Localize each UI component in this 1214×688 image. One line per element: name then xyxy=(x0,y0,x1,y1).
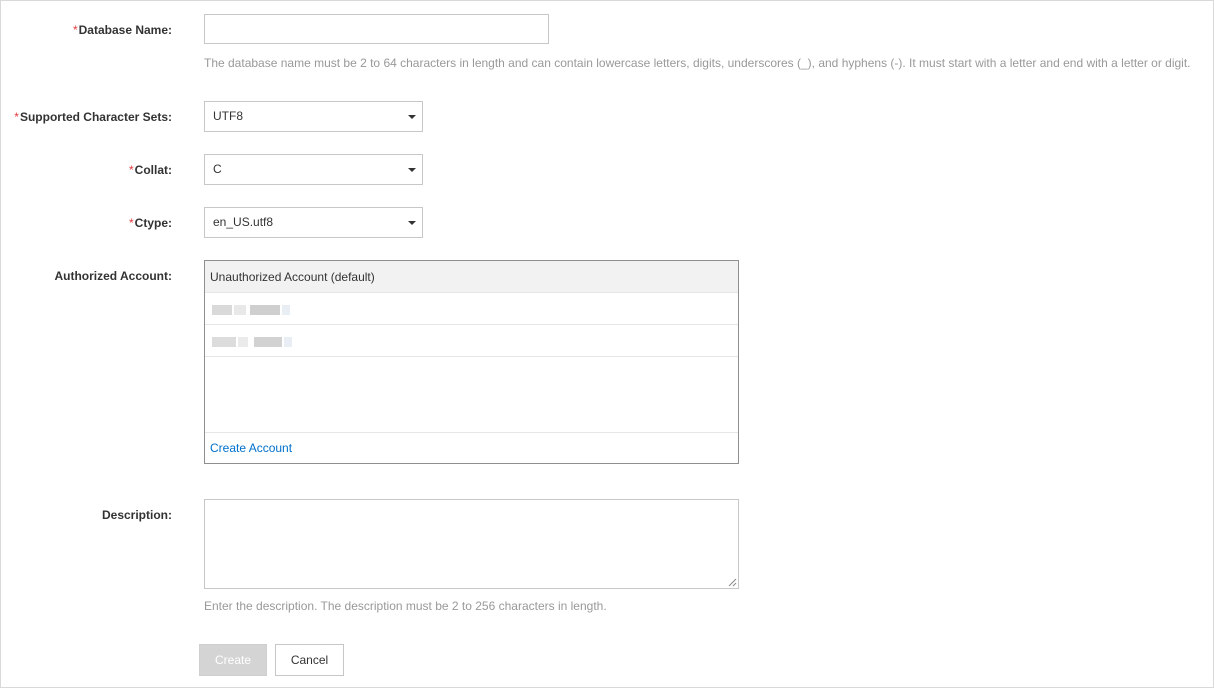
database-name-label: *Database Name: xyxy=(73,23,172,37)
database-name-input[interactable] xyxy=(204,14,549,44)
required-mark: * xyxy=(14,110,19,124)
description-hint: Enter the description. The description m… xyxy=(204,599,607,613)
account-list-footer: Create Account xyxy=(205,432,738,463)
required-mark: * xyxy=(128,216,134,230)
account-option-default[interactable]: Unauthorized Account (default) xyxy=(205,261,738,293)
account-option-redacted[interactable] xyxy=(205,325,738,357)
description-label: Description: xyxy=(101,508,172,522)
form-panel: *Database Name: The database name must b… xyxy=(0,0,1214,688)
required-mark: * xyxy=(72,23,78,37)
charset-select[interactable]: UTF8 xyxy=(204,101,423,132)
collat-select[interactable]: C xyxy=(204,154,423,185)
caret-down-icon xyxy=(408,168,416,172)
caret-down-icon xyxy=(408,115,416,119)
charset-value: UTF8 xyxy=(213,109,243,123)
caret-down-icon xyxy=(408,221,416,225)
redacted-account-name xyxy=(210,335,292,349)
ctype-value: en_US.utf8 xyxy=(213,215,274,229)
redacted-account-name xyxy=(210,303,292,317)
description-textarea[interactable] xyxy=(204,499,739,589)
database-name-label-text: Database Name: xyxy=(78,23,172,37)
authorized-account-label: Authorized Account: xyxy=(54,269,172,283)
account-list: Unauthorized Account (default) Create Ac… xyxy=(204,260,739,464)
account-option-default-label: Unauthorized Account (default) xyxy=(210,270,375,284)
ctype-label: *Ctype: xyxy=(129,216,172,230)
cancel-button[interactable]: Cancel xyxy=(275,644,344,676)
collat-value: C xyxy=(213,162,222,176)
database-name-hint: The database name must be 2 to 64 charac… xyxy=(204,56,1191,70)
resize-grip-icon[interactable] xyxy=(728,578,737,587)
ctype-select[interactable]: en_US.utf8 xyxy=(204,207,423,238)
collat-label: *Collat: xyxy=(129,163,172,177)
create-account-link[interactable]: Create Account xyxy=(210,441,292,455)
charset-label: *Supported Character Sets: xyxy=(14,110,172,124)
create-button[interactable]: Create xyxy=(199,644,267,676)
required-mark: * xyxy=(128,163,134,177)
ctype-label-text: Ctype: xyxy=(134,216,172,230)
collat-label-text: Collat: xyxy=(134,163,172,177)
charset-label-text: Supported Character Sets: xyxy=(19,110,172,124)
account-option-redacted[interactable] xyxy=(205,293,738,325)
